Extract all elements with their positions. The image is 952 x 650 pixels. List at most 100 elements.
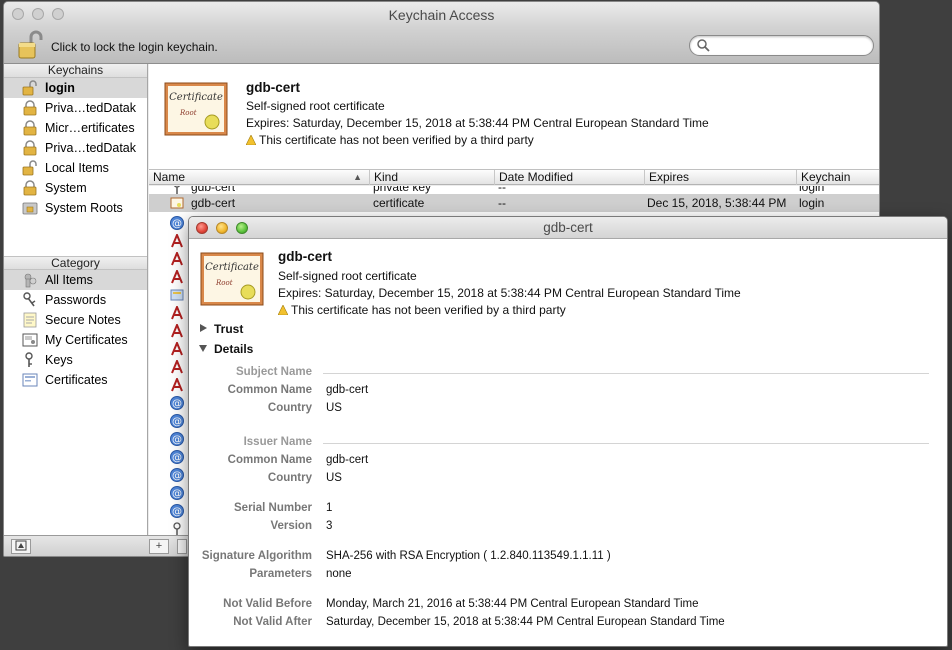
certificate-expires: Expires: Saturday, December 15, 2018 at … bbox=[246, 116, 709, 130]
internet-password-icon: @ bbox=[170, 468, 184, 482]
category-header: Category bbox=[4, 256, 147, 270]
sidebar-item-private-2[interactable]: Priva…tedDatak bbox=[4, 138, 147, 158]
sidebar-item-microsoft-certificates[interactable]: Micr…ertificates bbox=[4, 118, 147, 138]
search-input[interactable] bbox=[714, 38, 864, 53]
trust-disclosure[interactable]: Trust bbox=[200, 322, 243, 336]
sidebar-item-passwords[interactable]: Passwords bbox=[4, 290, 147, 310]
sidebar-item-keys[interactable]: Keys bbox=[4, 350, 147, 370]
field-label: Country bbox=[267, 472, 312, 484]
lock-open-icon[interactable] bbox=[17, 30, 45, 60]
sidebar-item-certificates[interactable]: Certificates bbox=[4, 370, 147, 390]
key-icon bbox=[173, 522, 181, 535]
internet-password-icon: @ bbox=[170, 486, 184, 500]
certificate-expires: Expires: Saturday, December 15, 2018 at … bbox=[278, 286, 741, 300]
certificate-type: Self-signed root certificate bbox=[246, 99, 385, 113]
column-header-expires[interactable]: Expires bbox=[644, 170, 796, 185]
column-header-label: Date Modified bbox=[499, 170, 574, 184]
internet-password-icon: @ bbox=[170, 216, 184, 230]
certificate-image-title: Certificate bbox=[205, 262, 259, 273]
plus-icon: + bbox=[155, 540, 163, 552]
info-button[interactable] bbox=[177, 539, 187, 554]
certificate-warning: This certificate has not been verified b… bbox=[246, 133, 534, 147]
internet-password-icon: @ bbox=[170, 432, 184, 446]
lock-icon bbox=[23, 180, 37, 196]
sidebar-item-label: Local Items bbox=[45, 161, 109, 175]
keychains-header: Keychains bbox=[4, 64, 147, 78]
column-header-label: Kind bbox=[374, 170, 399, 184]
sidebar-item-local-items[interactable]: Local Items bbox=[4, 158, 147, 178]
title-bar: Keychain Access bbox=[4, 2, 879, 28]
key-icon bbox=[23, 292, 36, 307]
sidebar-item-private-1[interactable]: Priva…tedDatak bbox=[4, 98, 147, 118]
sidebar-item-my-certificates[interactable]: My Certificates bbox=[4, 330, 147, 350]
certificate-summary: Certificate Root gdb-cert Self-signed ro… bbox=[149, 64, 879, 170]
certificate-name: gdb-cert bbox=[246, 80, 300, 95]
search-icon bbox=[697, 39, 710, 52]
warning-text: This certificate has not been verified b… bbox=[291, 303, 566, 317]
field-label: Parameters bbox=[249, 568, 312, 580]
sidebar-item-label: Keys bbox=[45, 353, 73, 367]
sidebar-item-label: Micr…ertificates bbox=[45, 121, 135, 135]
certificate-image-icon: Certificate Root bbox=[164, 82, 228, 136]
certificate-type: Self-signed root certificate bbox=[278, 269, 417, 283]
trust-label: Trust bbox=[214, 322, 244, 336]
svg-text:@: @ bbox=[172, 489, 182, 500]
internet-password-icon: @ bbox=[170, 396, 184, 410]
column-header-keychain[interactable]: Keychain bbox=[796, 170, 879, 185]
signature-algorithm: SHA-256 with RSA Encryption ( 1.2.840.11… bbox=[326, 550, 611, 562]
cell-expires: Dec 15, 2018, 5:38:44 PM bbox=[647, 196, 787, 210]
folder-lock-icon bbox=[22, 202, 38, 215]
column-header-date-modified[interactable]: Date Modified bbox=[494, 170, 644, 185]
certificate-name: gdb-cert bbox=[278, 249, 332, 264]
lock-icon bbox=[23, 100, 37, 116]
field-label: Not Valid After bbox=[233, 616, 312, 628]
lock-icon bbox=[23, 140, 37, 156]
window-title: Keychain Access bbox=[388, 7, 495, 23]
detail-title-bar: gdb-cert bbox=[189, 217, 947, 239]
sidebar-item-login[interactable]: login bbox=[4, 78, 147, 98]
details-disclosure[interactable]: Details bbox=[199, 342, 253, 356]
sidebar-item-label: My Certificates bbox=[45, 333, 128, 347]
field-label: Signature Algorithm bbox=[201, 550, 312, 562]
svg-text:@: @ bbox=[172, 453, 182, 464]
lock-open-icon bbox=[22, 160, 37, 176]
field-label: Country bbox=[267, 402, 312, 414]
lock-keychain-label[interactable]: Click to lock the login keychain. bbox=[51, 40, 218, 54]
sidebar-item-secure-notes[interactable]: Secure Notes bbox=[4, 310, 147, 330]
field-label: Version bbox=[270, 520, 312, 532]
sidebar-item-system-roots[interactable]: System Roots bbox=[4, 198, 147, 218]
certificate-icon bbox=[170, 197, 184, 209]
svg-text:@: @ bbox=[172, 507, 182, 518]
svg-text:@: @ bbox=[172, 417, 182, 428]
application-certificate-icon bbox=[171, 270, 183, 284]
all-items-icon bbox=[24, 273, 37, 288]
application-certificate-icon bbox=[171, 360, 183, 374]
sidebar-item-label: Secure Notes bbox=[45, 313, 121, 327]
not-valid-after: Saturday, December 15, 2018 at 5:38:44 P… bbox=[326, 616, 725, 628]
sidebar-item-all-items[interactable]: All Items bbox=[4, 270, 147, 290]
disclosure-triangle-expanded-icon bbox=[199, 345, 207, 352]
svg-text:@: @ bbox=[172, 219, 182, 230]
sidebar-item-label: All Items bbox=[45, 273, 93, 287]
sidebar: Keychains login Priva…tedDatak Micr…erti… bbox=[4, 64, 148, 535]
sidebar-item-system[interactable]: System bbox=[4, 178, 147, 198]
certificate-icon bbox=[22, 373, 38, 387]
subject-country: US bbox=[326, 402, 342, 414]
certificate-image-subtitle: Root bbox=[215, 279, 233, 287]
parameters: none bbox=[326, 568, 352, 580]
application-certificate-icon bbox=[171, 306, 183, 320]
add-item-button[interactable]: + bbox=[149, 539, 169, 554]
cell-date-modified: -- bbox=[498, 196, 506, 210]
field-label: Common Name bbox=[227, 384, 312, 396]
svg-text:@: @ bbox=[172, 399, 182, 410]
field-label: Not Valid Before bbox=[223, 598, 312, 610]
issuer-name-header: Issuer Name bbox=[243, 436, 312, 448]
sidebar-item-label: login bbox=[45, 81, 75, 95]
search-field[interactable] bbox=[689, 35, 874, 56]
column-header-kind[interactable]: Kind bbox=[369, 170, 493, 185]
application-certificate-icon bbox=[171, 324, 183, 338]
column-header-name[interactable]: Name ▲ bbox=[149, 170, 368, 185]
show-keychains-button[interactable] bbox=[11, 539, 31, 554]
table-row-selected[interactable]: gdb-cert certificate -- Dec 15, 2018, 5:… bbox=[149, 194, 879, 212]
